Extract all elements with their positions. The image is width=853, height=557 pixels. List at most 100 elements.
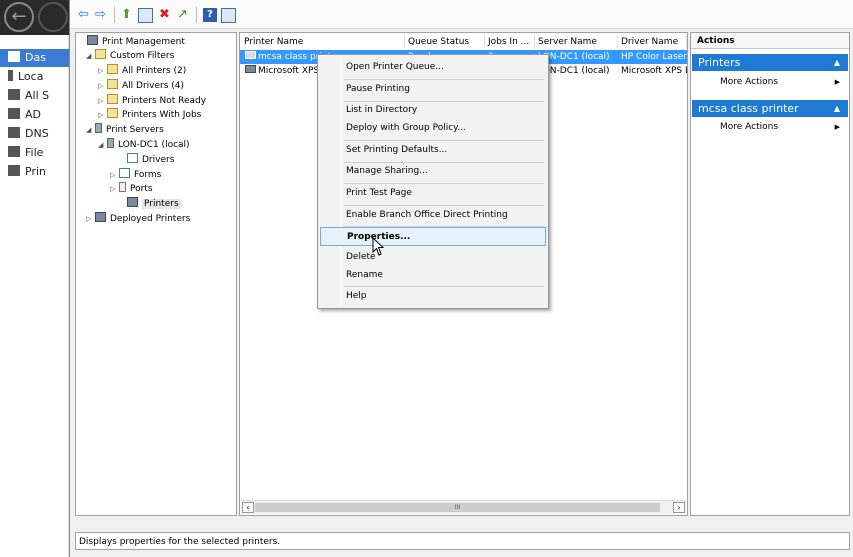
toolbar-separator (196, 7, 197, 23)
actions-group-label: Printers (698, 56, 741, 69)
server-icon (107, 138, 114, 148)
actions-group-mcsa-class-printer[interactable]: mcsa class printer ▲ (692, 100, 848, 117)
menu-item-manage-sharing[interactable]: Manage Sharing... (320, 162, 546, 181)
collapse-icon[interactable]: ◢ (98, 138, 107, 152)
nav-ad[interactable]: AD (8, 106, 70, 124)
scroll-thumb[interactable]: III (255, 503, 660, 512)
delete-icon[interactable]: ✖ (159, 7, 170, 23)
column-header-printer-name[interactable]: Printer Name (241, 35, 405, 49)
expand-icon[interactable]: ▷ (86, 212, 95, 226)
server-icon (8, 70, 13, 81)
toolbar-separator (114, 7, 115, 23)
tree-node-all-drivers[interactable]: ▷ All Drivers (4) (98, 79, 184, 93)
column-header-jobs[interactable]: Jobs In ... (485, 35, 535, 49)
more-actions-printers[interactable]: More Actions ▶ (691, 74, 849, 90)
collapse-caret-icon[interactable]: ▲ (834, 54, 840, 71)
menu-item-help[interactable]: Help (320, 287, 546, 306)
nav-dashboard[interactable]: Das (0, 49, 69, 67)
filter-folder-icon (107, 94, 118, 104)
scroll-left-icon[interactable]: ‹ (242, 502, 254, 513)
port-icon (119, 182, 126, 192)
expand-icon[interactable]: ▷ (110, 182, 119, 196)
tree-node-print-servers[interactable]: ◢ Print Servers (86, 123, 164, 137)
tree-node-custom-filters[interactable]: ◢ Custom Filters (86, 49, 174, 63)
printer-icon (127, 197, 138, 207)
ad-icon (8, 108, 20, 119)
column-header-server-name[interactable]: Server Name (535, 35, 618, 49)
submenu-arrow-icon: ▶ (834, 78, 840, 86)
expand-icon[interactable]: ▷ (98, 64, 107, 78)
column-header-driver-name[interactable]: Driver Name (618, 35, 687, 49)
tree-node-printers[interactable]: Printers (118, 197, 181, 211)
tree-node-forms[interactable]: ▷ Forms (110, 168, 161, 182)
filter-folder-icon (107, 79, 118, 89)
tree-label: All Drivers (4) (122, 81, 185, 91)
horizontal-scrollbar[interactable]: ‹ III › (241, 500, 686, 514)
nav-label: Loca (18, 70, 44, 83)
collapse-icon[interactable]: ◢ (86, 123, 95, 137)
menu-item-deploy-group-policy[interactable]: Deploy with Group Policy... (320, 119, 546, 138)
actions-group-label: mcsa class printer (698, 102, 799, 115)
tree-node-deployed-printers[interactable]: ▷ Deployed Printers (86, 212, 190, 226)
show-hide-tree-icon[interactable] (138, 8, 153, 23)
expand-icon[interactable]: ▷ (98, 108, 107, 122)
menu-item-enable-branch-office-direct-printing[interactable]: Enable Branch Office Direct Printing (320, 206, 546, 225)
tree-node-lon-dc1[interactable]: ◢ LON-DC1 (local) (98, 138, 190, 152)
show-hide-action-pane-icon[interactable] (221, 8, 236, 23)
tree-node-printers-with-jobs[interactable]: ▷ Printers With Jobs (98, 108, 201, 122)
file-icon (8, 146, 20, 157)
filter-folder-icon (107, 64, 118, 74)
column-header-queue-status[interactable]: Queue Status (405, 35, 485, 49)
more-actions-mcsa-class-printer[interactable]: More Actions ▶ (691, 119, 849, 135)
collapse-caret-icon[interactable]: ▲ (834, 100, 840, 117)
tree-node-printers-not-ready[interactable]: ▷ Printers Not Ready (98, 94, 206, 108)
tree-label: Ports (130, 184, 153, 194)
nav-dns[interactable]: DNS (8, 125, 70, 143)
menu-item-list-in-directory[interactable]: List in Directory (320, 101, 546, 120)
expand-icon[interactable]: ▷ (110, 168, 119, 182)
tree-node-ports[interactable]: ▷ Ports (110, 182, 153, 196)
menu-item-delete[interactable]: Delete (320, 248, 546, 267)
tree-label: LON-DC1 (local) (118, 140, 190, 150)
menu-item-properties[interactable]: Properties... (320, 227, 546, 246)
expand-icon[interactable]: ▷ (98, 94, 107, 108)
forward-arrow-icon[interactable]: ⇨ (95, 7, 106, 23)
nav-label: All S (25, 89, 50, 102)
nav-file[interactable]: File (8, 144, 70, 162)
up-folder-icon[interactable]: ⬆ (121, 7, 132, 23)
nav-local-server[interactable]: Loca (8, 68, 70, 86)
row-driver-name: Microsoft XPS D... (621, 66, 687, 76)
status-bar: Displays properties for the selected pri… (75, 532, 850, 550)
dns-icon (8, 127, 20, 138)
nav-print[interactable]: Prin (8, 163, 70, 181)
actions-group-printers[interactable]: Printers ▲ (692, 54, 848, 71)
printer-icon (95, 212, 106, 222)
context-menu: Open Printer Queue... Pause Printing Lis… (317, 54, 549, 309)
dashboard-icon (8, 51, 20, 62)
menu-item-pause-printing[interactable]: Pause Printing (320, 80, 546, 99)
menu-item-set-printing-defaults[interactable]: Set Printing Defaults... (320, 141, 546, 160)
tree-node-print-management[interactable]: Print Management (78, 35, 185, 49)
back-arrow-icon[interactable]: ⇦ (78, 7, 89, 23)
tree-node-drivers[interactable]: Drivers (118, 153, 174, 167)
actions-pane: Actions Printers ▲ More Actions ▶ mcsa cla… (690, 32, 850, 516)
tree-node-all-printers[interactable]: ▷ All Printers (2) (98, 64, 186, 78)
nav-all-servers[interactable]: All S (8, 87, 70, 105)
menu-item-open-printer-queue[interactable]: Open Printer Queue... (320, 58, 546, 77)
printer-icon (8, 165, 20, 176)
back-icon[interactable]: ← (4, 2, 34, 32)
servers-icon (8, 89, 20, 100)
collapse-icon[interactable]: ◢ (86, 49, 95, 63)
help-icon[interactable]: ? (203, 8, 217, 22)
server-icon (95, 123, 102, 133)
mouse-pointer-icon (372, 237, 385, 256)
console-tree: Print Management ◢ Custom Filters ▷ All Pr… (75, 32, 237, 516)
scroll-right-icon[interactable]: › (673, 502, 685, 513)
tree-label: Custom Filters (110, 51, 175, 61)
nav-label: DNS (25, 127, 49, 140)
menu-item-rename[interactable]: Rename (320, 266, 546, 285)
forward-icon[interactable] (38, 2, 68, 32)
menu-item-print-test-page[interactable]: Print Test Page (320, 184, 546, 203)
expand-icon[interactable]: ▷ (98, 79, 107, 93)
export-icon[interactable]: ↗ (177, 7, 188, 23)
